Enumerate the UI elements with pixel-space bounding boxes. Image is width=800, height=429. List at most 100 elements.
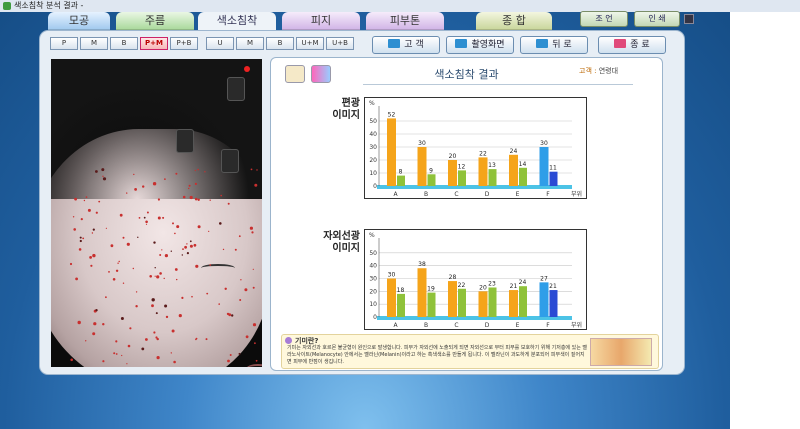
- tab-pigmentation[interactable]: 색소침착: [198, 12, 276, 32]
- bar-series2-D: [488, 287, 497, 317]
- pigment-spot: [252, 286, 255, 289]
- pigment-spot: [252, 323, 257, 327]
- pigment-spot: [110, 244, 114, 248]
- pigment-spot: [193, 243, 197, 247]
- bar-series1-B: [417, 268, 427, 317]
- back-button[interactable]: 뒤 로: [520, 36, 588, 54]
- pigment-spot: [171, 329, 175, 333]
- pigment-spot: [186, 243, 188, 245]
- pigment-spot: [126, 363, 128, 365]
- y-axis-label: %: [369, 232, 375, 239]
- pigment-spot: [91, 232, 94, 234]
- pigment-spot: [181, 296, 184, 299]
- bar-value-label: 13: [488, 162, 496, 169]
- x-tick-label: F: [546, 191, 550, 198]
- mode-p-m[interactable]: P+M: [140, 37, 168, 50]
- pigment-spot: [191, 295, 193, 298]
- bar-value-label: 11: [549, 165, 557, 172]
- pigment-spot: [254, 183, 258, 187]
- tab-skin-tone[interactable]: 피부톤: [366, 12, 444, 30]
- mode-p-b[interactable]: P+B: [170, 37, 198, 50]
- pigment-spot: [154, 275, 156, 277]
- pigment-spot: [141, 347, 145, 351]
- pigment-spot: [219, 222, 222, 225]
- mode-p[interactable]: P: [50, 37, 78, 50]
- tab-sebum[interactable]: 피지: [282, 12, 360, 30]
- bar-value-label: 30: [418, 140, 426, 147]
- pigment-spot: [170, 352, 172, 354]
- pigment-spot: [85, 196, 88, 198]
- uv-chart: 0 10 20 30 40 50% 30 18 A 38 19 B 28 22 C 20 23 D 21 24 E 27 2…: [364, 229, 587, 330]
- pigment-spot: [70, 358, 73, 362]
- bar-value-label: 38: [418, 261, 426, 268]
- pigment-spot: [172, 222, 174, 225]
- pigment-spot: [143, 216, 146, 219]
- pigment-spot: [220, 194, 222, 197]
- pigment-spot: [184, 245, 188, 249]
- x-axis-label: 부위: [571, 190, 582, 198]
- pigment-spot: [206, 292, 209, 295]
- pigment-spot: [112, 278, 116, 281]
- info-box: 기미란? 기미는 자외선과 호르몬 불균형이 원인으로 발생합니다. 피부가 자…: [281, 334, 659, 369]
- y-tick-label: 40: [369, 263, 377, 270]
- pigment-spot: [102, 175, 104, 177]
- bar-series2-A: [397, 175, 405, 186]
- customer-label: 고객 :: [579, 67, 597, 75]
- pigment-spot: [194, 169, 196, 172]
- pigment-spot: [75, 277, 78, 281]
- mode-u[interactable]: U: [206, 37, 234, 50]
- pigment-spot: [165, 315, 169, 319]
- pigment-spot: [161, 249, 163, 251]
- print-button[interactable]: 인 쇄: [634, 11, 680, 27]
- advice-button[interactable]: 조 언: [580, 11, 628, 27]
- y-tick-label: 50: [369, 250, 377, 257]
- pigment-spot: [256, 169, 258, 171]
- info-question-text: 기미란?: [295, 337, 319, 345]
- pigment-spot: [234, 248, 237, 251]
- pigment-spot: [181, 254, 183, 256]
- mode-u-plus-m[interactable]: U+M: [296, 37, 324, 50]
- pigment-spot: [87, 208, 91, 212]
- tab-overall[interactable]: 종 합: [476, 12, 552, 30]
- pigment-spot: [105, 296, 107, 299]
- pigment-spot: [227, 202, 230, 205]
- mode-m[interactable]: M: [80, 37, 108, 50]
- x-tick-label: A: [393, 322, 398, 329]
- mode-u-m[interactable]: M: [236, 37, 264, 50]
- pigment-spot: [162, 216, 165, 219]
- pigment-spot: [224, 287, 227, 290]
- x-tick-label: A: [393, 191, 398, 198]
- title-divider: [363, 84, 633, 85]
- tab-wrinkles[interactable]: 주름: [116, 12, 194, 30]
- polarized-chart: 0 10 20 30 40 50% 52 8 A 30 9 B 20 12 C 22 13 D 24 14 E 30 11 F…: [364, 97, 587, 199]
- exit-button[interactable]: 종 료: [598, 36, 666, 54]
- save-icon[interactable]: [684, 14, 694, 24]
- pigment-spot: [209, 199, 211, 201]
- mode-u-b[interactable]: B: [266, 37, 294, 50]
- pigment-spot: [249, 226, 253, 230]
- bar-series2-D: [488, 169, 497, 186]
- mode-b[interactable]: B: [110, 37, 138, 50]
- pigment-spot: [222, 248, 225, 251]
- pigment-spot: [197, 168, 199, 171]
- pigment-spot: [163, 277, 165, 280]
- camera-icon: [455, 39, 468, 48]
- pigment-spot: [153, 331, 156, 334]
- pigment-spot: [134, 188, 137, 191]
- pigment-spot: [238, 235, 241, 238]
- tab-pores[interactable]: 모공: [48, 12, 110, 30]
- pigment-spot: [152, 182, 157, 186]
- bar-series1-D: [478, 157, 488, 186]
- pigment-spot: [145, 223, 148, 225]
- customer-button[interactable]: 고 객: [372, 36, 440, 54]
- pigment-spot: [175, 172, 178, 175]
- bar-series2-C: [458, 170, 466, 186]
- capture-screen-button[interactable]: 촬영화면: [446, 36, 514, 54]
- bar-value-label: 22: [479, 150, 487, 157]
- skin-layer-illustration: [590, 338, 652, 366]
- pigment-spot: [80, 218, 83, 221]
- mode-u-plus-b[interactable]: U+B: [326, 37, 354, 50]
- bar-series1-C: [448, 160, 457, 186]
- bar-value-label: 24: [510, 148, 518, 155]
- pigment-spot: [231, 314, 234, 317]
